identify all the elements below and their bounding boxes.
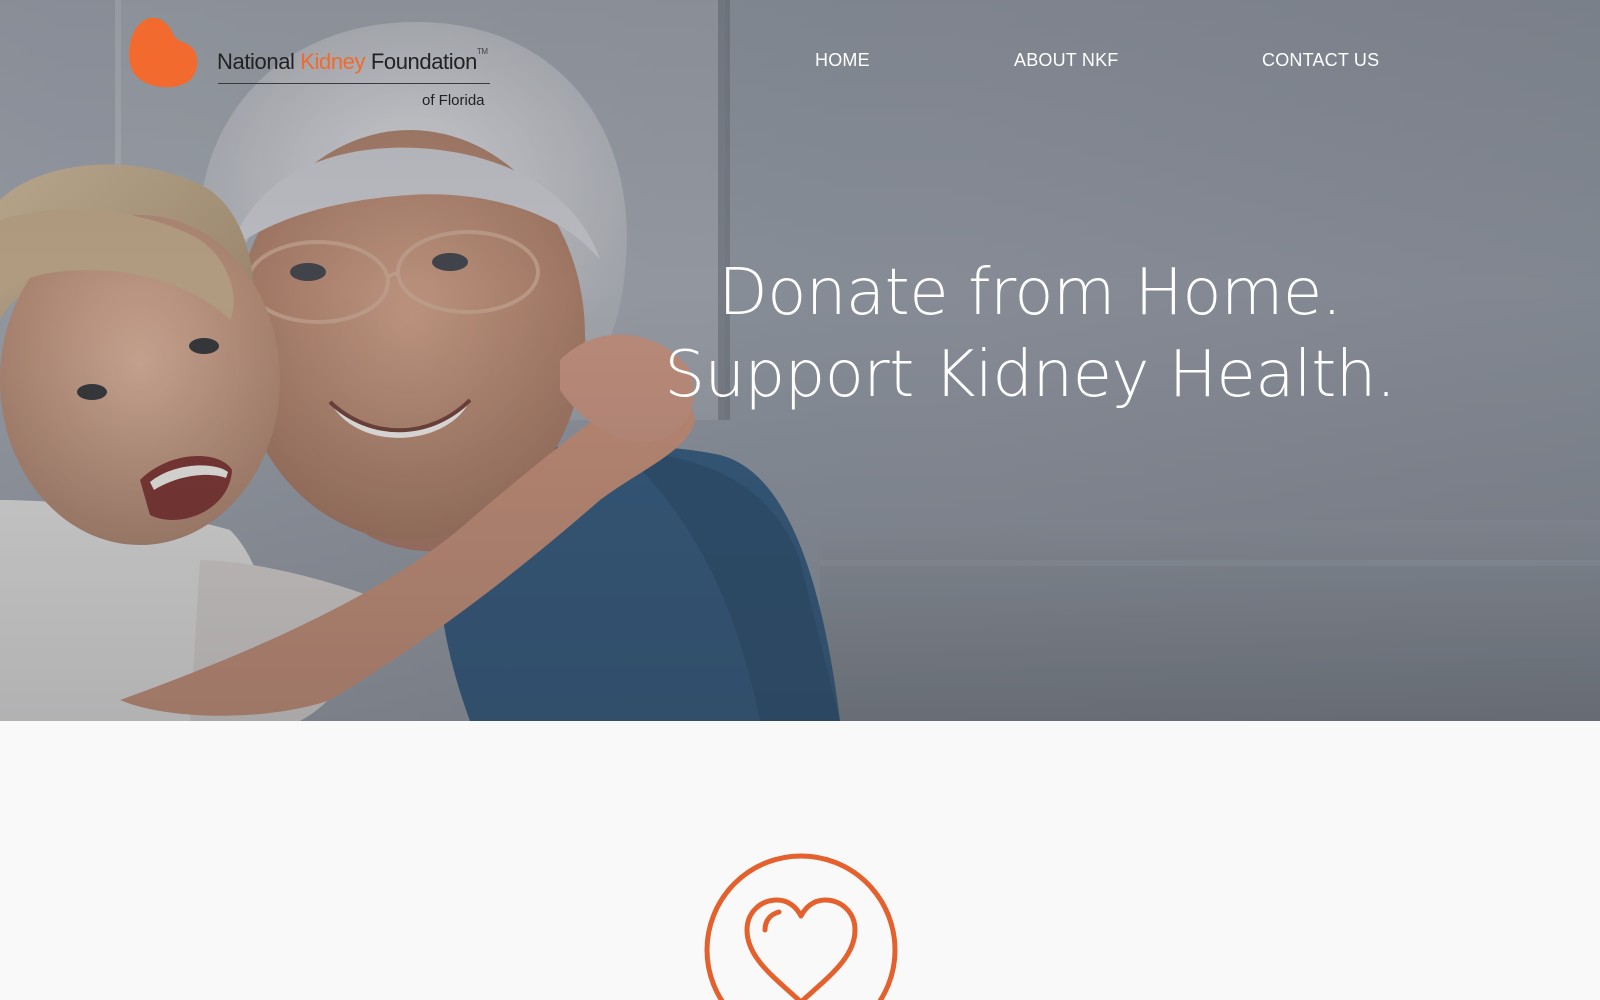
headline-line-2: Support Kidney Health. — [664, 338, 1396, 412]
nav-about-link[interactable]: ABOUT NKF — [1014, 50, 1118, 71]
nav-home-link[interactable]: HOME — [815, 50, 870, 71]
main-nav: HOME ABOUT NKF CONTACT US — [0, 50, 1600, 76]
headline-line-1: Donate from Home. — [718, 256, 1342, 330]
heart-icon — [704, 853, 898, 1000]
page: National Kidney FoundationTM of Florida … — [0, 0, 1600, 1000]
logo-divider — [218, 83, 490, 84]
nav-contact-link[interactable]: CONTACT US — [1262, 50, 1379, 71]
hero-headline: Donate from Home. Support Kidney Health. — [620, 252, 1440, 416]
logo-subtitle: of Florida — [422, 92, 485, 109]
hero-banner: National Kidney FoundationTM of Florida … — [0, 0, 1600, 721]
